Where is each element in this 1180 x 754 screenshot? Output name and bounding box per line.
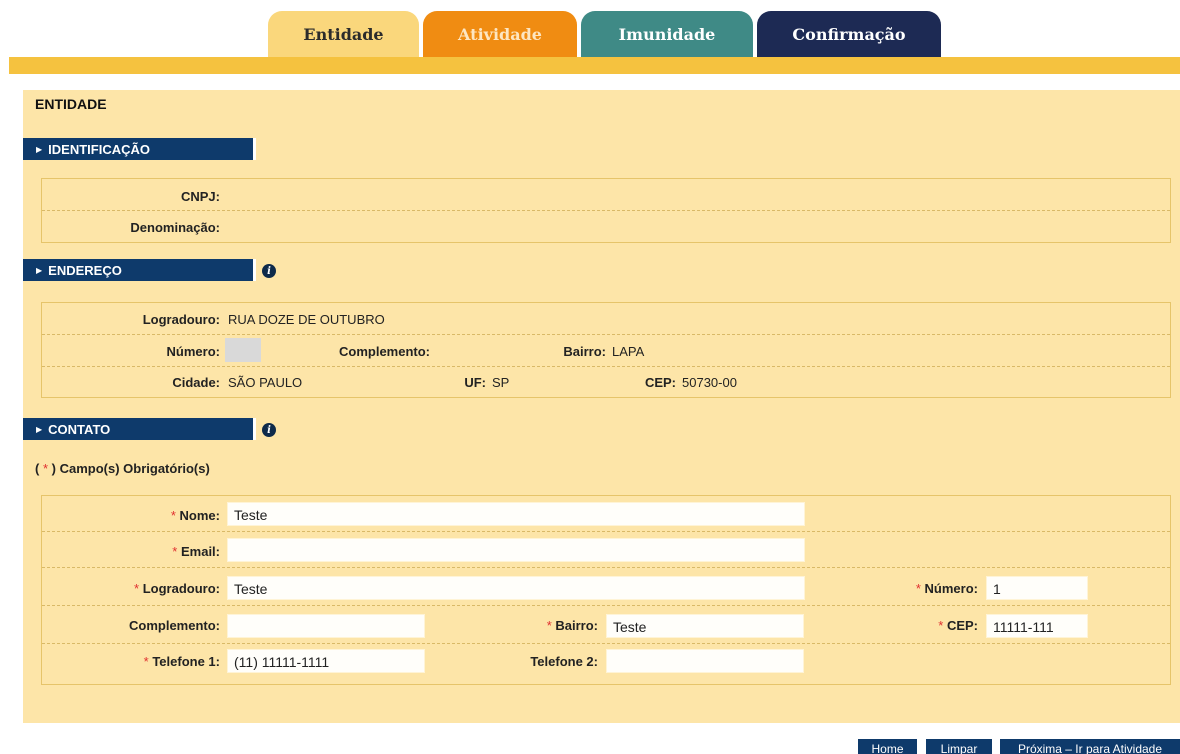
row-contato-nome: * Nome: Teste — [42, 496, 1170, 532]
endereco-logradouro-label: Logradouro: — [142, 312, 220, 327]
page-title: ENTIDADE — [35, 96, 107, 112]
cep-label: * CEP: — [938, 618, 978, 633]
tab-entidade[interactable]: Entidade — [268, 11, 419, 57]
info-icon[interactable]: i — [262, 423, 276, 437]
row-contato-telefones: * Telefone 1: (11) 11111-1111 Telefone 2… — [42, 644, 1170, 684]
endereco-uf-label: UF: — [464, 375, 486, 390]
bairro-label: * Bairro: — [546, 618, 598, 633]
contato-box: * Nome: Teste * Email: * Logradouro: Tes… — [41, 495, 1171, 685]
numero-input[interactable]: 1 — [986, 576, 1088, 600]
email-label: * Email: — [172, 544, 220, 559]
info-icon[interactable]: i — [262, 264, 276, 278]
endereco-cidade-label: Cidade: — [172, 375, 220, 390]
complemento-label: Complemento: — [129, 618, 220, 633]
section-title-identificacao: IDENTIFICAÇÃO — [48, 141, 150, 157]
home-button[interactable]: Home — [858, 739, 917, 754]
tab-imunidade[interactable]: Imunidade — [581, 11, 753, 57]
row-contato-email: * Email: — [42, 532, 1170, 568]
telefone2-input[interactable] — [606, 649, 804, 673]
logradouro-label: * Logradouro: — [134, 581, 220, 596]
telefone1-input[interactable]: (11) 11111-1111 — [227, 649, 425, 673]
required-note-star: * — [42, 461, 49, 476]
arrow-right-icon: ▶ — [36, 265, 43, 275]
endereco-complemento-label: Complemento: — [339, 344, 430, 359]
tab-bar-underline — [9, 57, 1180, 74]
endereco-logradouro-value: RUA DOZE DE OUTUBRO — [228, 312, 385, 327]
endereco-numero-label: Número: — [166, 344, 220, 359]
cnpj-label: CNPJ: — [180, 189, 220, 204]
endereco-numero-value — [225, 338, 261, 362]
section-title-contato: CONTATO — [48, 421, 111, 437]
tab-atividade[interactable]: Atividade — [423, 11, 577, 57]
identificacao-box: CNPJ: Denominação: — [41, 178, 1171, 243]
tab-confirmacao[interactable]: Confirmação — [757, 11, 941, 57]
telefone2-label: Telefone 2: — [530, 654, 598, 669]
arrow-right-icon: ▶ — [36, 424, 43, 434]
denominacao-label: Denominação: — [130, 220, 220, 235]
section-header-identificacao: ▶ IDENTIFICAÇÃO — [23, 138, 256, 160]
required-fields-note: ( * ) Campo(s) Obrigatório(s) — [35, 461, 210, 476]
nome-input[interactable]: Teste — [227, 502, 805, 526]
row-contato-logradouro: * Logradouro: Teste * Número: 1 — [42, 568, 1170, 606]
endereco-box: Logradouro: RUA DOZE DE OUTUBRO Número: … — [41, 302, 1171, 398]
required-note-text: ) Campo(s) Obrigatório(s) — [51, 461, 210, 476]
section-header-endereco: ▶ ENDEREÇO — [23, 259, 256, 281]
row-denominacao: Denominação: — [42, 211, 1170, 243]
logradouro-input[interactable]: Teste — [227, 576, 805, 600]
limpar-button[interactable]: Limpar — [926, 739, 992, 754]
endereco-cep-label: CEP: — [644, 375, 676, 390]
section-header-contato: ▶ CONTATO — [23, 418, 256, 440]
complemento-input[interactable] — [227, 614, 425, 638]
cep-input[interactable]: 11111-111 — [986, 614, 1088, 638]
endereco-cep-value: 50730-00 — [682, 375, 737, 390]
required-note-open: ( — [35, 461, 40, 476]
row-endereco-cidade: Cidade: SÃO PAULO UF: SP CEP: 50730-00 — [42, 367, 1170, 399]
endereco-bairro-value: LAPA — [612, 344, 645, 359]
endereco-cidade-value: SÃO PAULO — [228, 375, 303, 390]
step-tabs: Entidade Atividade Imunidade Confirmação — [268, 11, 941, 57]
bairro-input[interactable]: Teste — [606, 614, 804, 638]
endereco-bairro-label: Bairro: — [563, 344, 606, 359]
row-endereco-numero: Número: Complemento: Bairro: LAPA — [42, 335, 1170, 367]
section-title-endereco: ENDEREÇO — [48, 262, 122, 278]
telefone1-label: * Telefone 1: — [143, 654, 220, 669]
nome-label: * Nome: — [170, 508, 220, 523]
endereco-uf-value: SP — [492, 375, 510, 390]
numero-label: * Número: — [915, 581, 978, 596]
arrow-right-icon: ▶ — [36, 144, 43, 154]
row-endereco-logradouro: Logradouro: RUA DOZE DE OUTUBRO — [42, 303, 1170, 335]
email-input[interactable] — [227, 538, 805, 562]
proxima-button[interactable]: Próxima – Ir para Atividade — [1000, 739, 1180, 754]
row-contato-complemento: Complemento: * Bairro: Teste * CEP: 1111… — [42, 606, 1170, 644]
row-cnpj: CNPJ: — [42, 179, 1170, 211]
